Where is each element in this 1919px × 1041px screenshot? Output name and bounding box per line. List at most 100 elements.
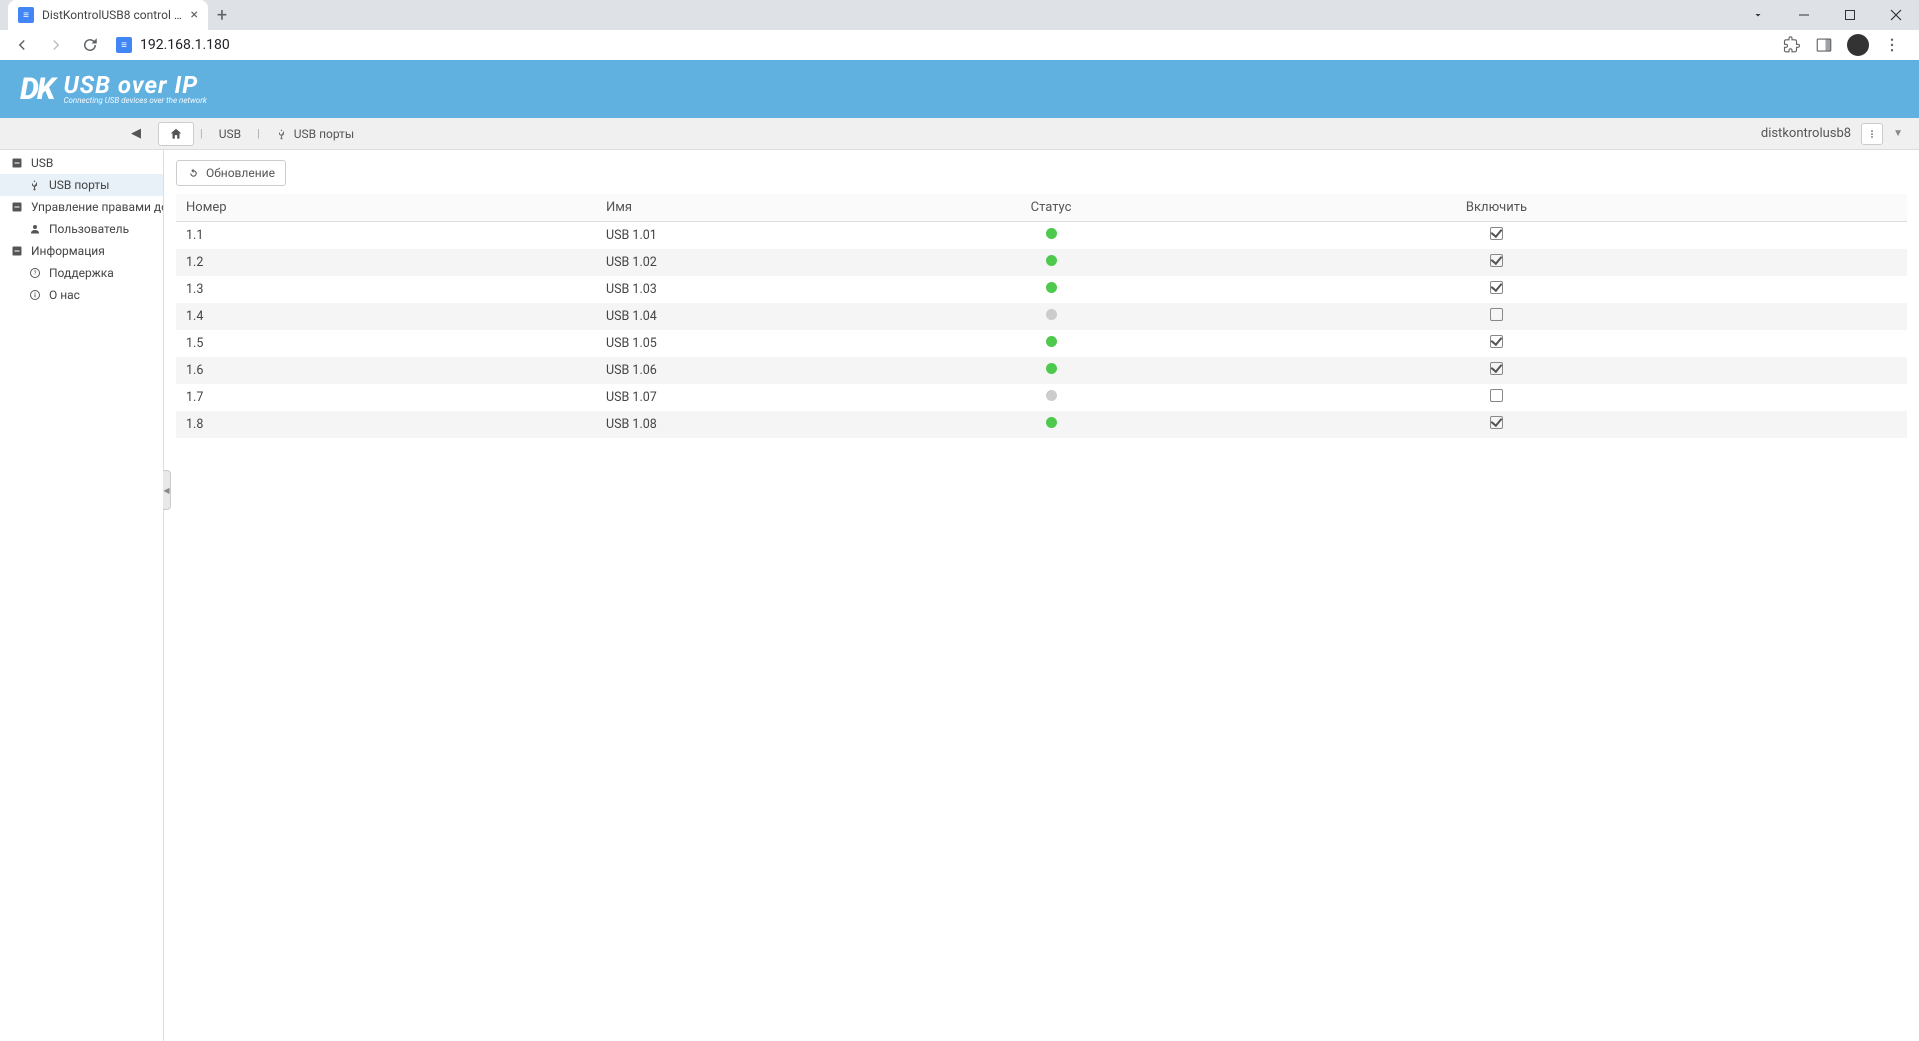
close-tab-icon[interactable]: × [191,7,198,23]
enable-checkbox[interactable] [1490,362,1503,375]
cell-name: USB 1.07 [596,384,1016,411]
status-dot-icon [1046,228,1057,239]
address-bar[interactable]: ≡ 192.168.1.180 [110,37,1777,53]
sidebar-item-label: Пользователь [49,222,129,236]
toolbar: Обновление [176,160,1907,186]
enable-checkbox[interactable] [1490,416,1503,429]
col-name[interactable]: Имя [596,194,1016,222]
cell-name: USB 1.05 [596,330,1016,357]
dropdown-icon[interactable]: ▼ [1893,128,1903,139]
sidebar-item-label: USB порты [49,178,110,192]
back-button[interactable] [8,31,36,59]
box-minus-icon [10,156,24,170]
chevron-down-icon[interactable] [1735,0,1781,30]
tab-bar: ≡ DistKontrolUSB8 control panel - × + [0,0,1919,30]
breadcrumb-sep: | [200,127,203,140]
sidebar-item-6[interactable]: О нас [0,284,163,306]
browser-menu-icon[interactable] [1883,36,1901,54]
window-maximize-button[interactable] [1827,0,1873,30]
sidebar: USB USB порты Управление правами досту Поль… [0,150,164,1041]
window-close-button[interactable] [1873,0,1919,30]
sidebar-item-5[interactable]: ?Поддержка [0,262,163,284]
breadcrumb: | USB | USB порты [158,122,364,146]
refresh-button[interactable]: Обновление [176,160,286,186]
cell-enable [1086,384,1907,411]
col-status[interactable]: Статус [1016,194,1086,222]
cell-number: 1.1 [176,222,596,250]
tab-title: DistKontrolUSB8 control panel - [42,8,183,22]
table-row[interactable]: 1.6USB 1.06 [176,357,1907,384]
enable-checkbox[interactable] [1490,227,1503,240]
sidebar-item-1[interactable]: USB порты [0,174,163,196]
cell-status [1016,222,1086,250]
refresh-label: Обновление [206,166,275,180]
cell-name: USB 1.01 [596,222,1016,250]
breadcrumb-right: distkontrolusb8 ▼ [1761,123,1911,145]
sidebar-item-0[interactable]: USB [0,152,163,174]
collapse-left-icon[interactable]: ◀ [126,126,146,141]
table-row[interactable]: 1.4USB 1.04 [176,303,1907,330]
enable-checkbox[interactable] [1490,308,1503,321]
cell-name: USB 1.03 [596,276,1016,303]
cell-number: 1.2 [176,249,596,276]
status-dot-icon [1046,282,1057,293]
window-minimize-button[interactable] [1781,0,1827,30]
enable-checkbox[interactable] [1490,335,1503,348]
col-enable[interactable]: Включить [1086,194,1907,222]
usb-icon [276,128,288,140]
table-row[interactable]: 1.7USB 1.07 [176,384,1907,411]
cell-status [1016,303,1086,330]
sidebar-item-label: Поддержка [49,266,114,280]
enable-checkbox[interactable] [1490,389,1503,402]
cell-name: USB 1.02 [596,249,1016,276]
table-row[interactable]: 1.3USB 1.03 [176,276,1907,303]
usb-ports-table: Номер Имя Статус Включить 1.1USB 1.011.2… [176,194,1907,438]
app-header: DK USB over IP Connecting USB devices ov… [0,60,1919,118]
cell-status [1016,384,1086,411]
breadcrumb-usb-ports-label: USB порты [294,127,355,141]
breadcrumb-usb[interactable]: USB [209,122,251,146]
cell-enable [1086,276,1907,303]
box-minus-icon [10,244,24,258]
browser-tab[interactable]: ≡ DistKontrolUSB8 control panel - × [8,0,208,30]
cell-number: 1.5 [176,330,596,357]
table-row[interactable]: 1.5USB 1.05 [176,330,1907,357]
refresh-icon [187,167,200,180]
cell-number: 1.3 [176,276,596,303]
new-tab-button[interactable]: + [208,1,236,29]
sidebar-collapse-area: ◀ [8,126,158,141]
breadcrumb-home[interactable] [158,122,194,146]
breadcrumb-usb-ports[interactable]: USB порты [266,122,365,146]
window-controls [1735,0,1919,30]
extensions-icon[interactable] [1783,36,1801,54]
sidebar-item-label: Информация [31,244,105,258]
cell-enable [1086,249,1907,276]
cell-name: USB 1.08 [596,411,1016,438]
table-row[interactable]: 1.1USB 1.01 [176,222,1907,250]
content: Обновление Номер Имя Статус Включить 1.1… [164,150,1919,1041]
sidebar-item-3[interactable]: Пользователь [0,218,163,240]
profile-avatar[interactable] [1847,34,1869,56]
cell-number: 1.8 [176,411,596,438]
enable-checkbox[interactable] [1490,281,1503,294]
user-menu-button[interactable] [1861,123,1883,145]
cell-status [1016,276,1086,303]
table-row[interactable]: 1.8USB 1.08 [176,411,1907,438]
side-panel-icon[interactable] [1815,36,1833,54]
info-icon [28,288,42,302]
col-number[interactable]: Номер [176,194,596,222]
sidebar-item-4[interactable]: Информация [0,240,163,262]
cell-status [1016,249,1086,276]
sidebar-item-label: USB [31,156,53,170]
sidebar-item-2[interactable]: Управление правами досту [0,196,163,218]
enable-checkbox[interactable] [1490,254,1503,267]
reload-button[interactable] [76,31,104,59]
user-label: distkontrolusb8 [1761,126,1851,141]
browser-right-icons [1783,34,1911,56]
cell-status [1016,357,1086,384]
site-info-icon[interactable]: ≡ [116,37,132,53]
url-text: 192.168.1.180 [140,37,230,53]
breadcrumb-bar: ◀ | USB | USB порты distkontrolusb8 ▼ [0,118,1919,150]
forward-button[interactable] [42,31,70,59]
table-row[interactable]: 1.2USB 1.02 [176,249,1907,276]
